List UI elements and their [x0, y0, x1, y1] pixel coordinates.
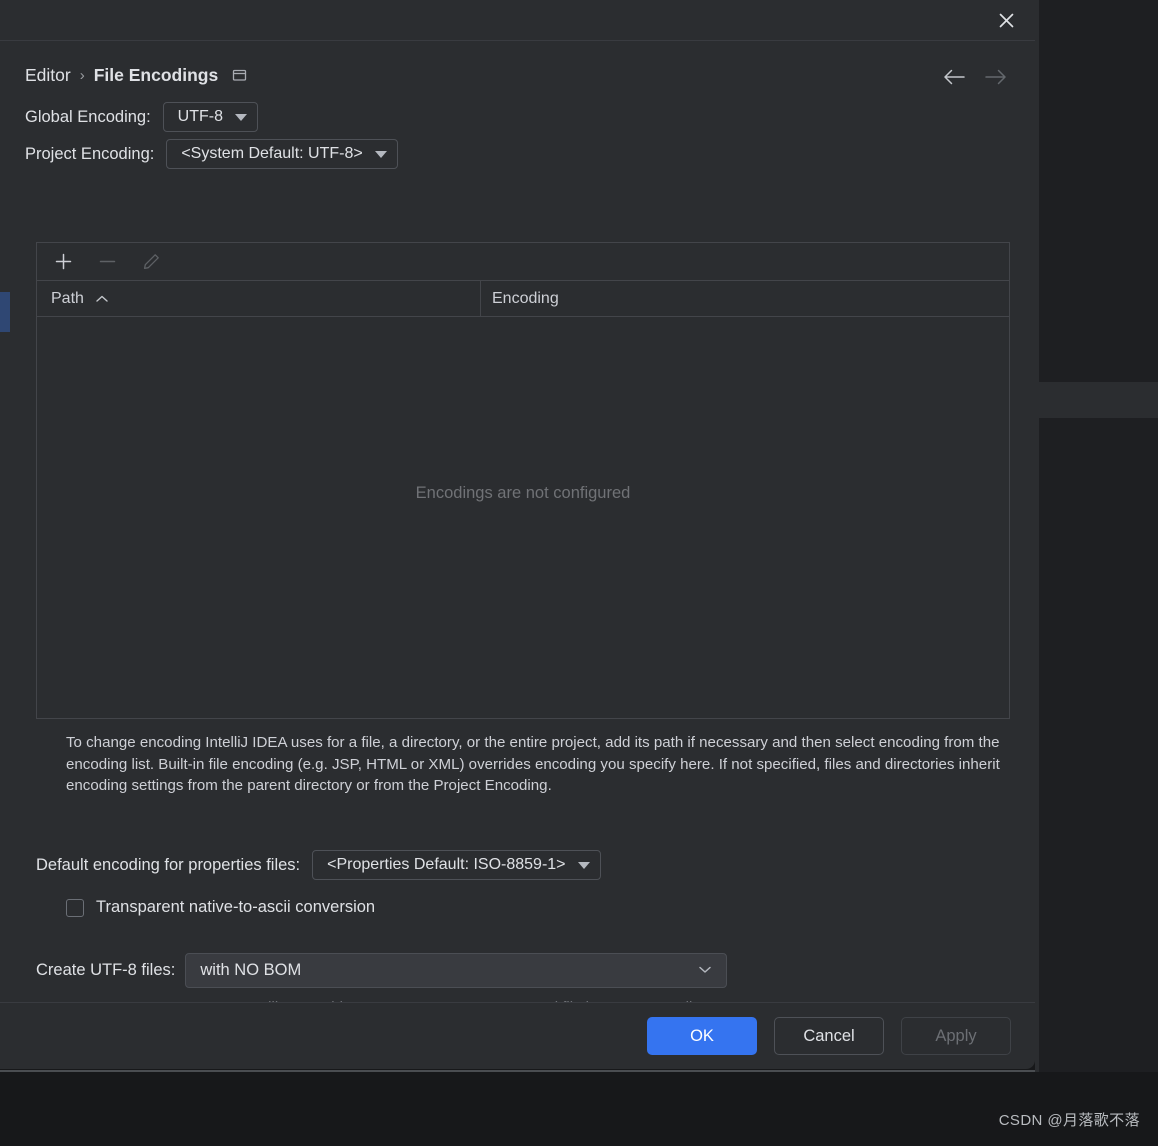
panel-window-icon[interactable] — [232, 68, 247, 82]
breadcrumb: Editor › File Encodings — [25, 41, 1010, 95]
bom-hint-link[interactable]: UTF-8 BOM — [348, 999, 430, 1002]
table-empty-state: Encodings are not configured — [37, 317, 1009, 718]
global-encoding-combo[interactable]: UTF-8 — [162, 102, 258, 132]
ide-gutter-strip — [1035, 0, 1039, 1146]
dialog-titlebar — [0, 0, 1035, 41]
arrow-right-icon — [982, 63, 1010, 91]
project-encoding-row: Project Encoding: <System Default: UTF-8… — [25, 139, 1010, 169]
global-encoding-label: Global Encoding: — [25, 107, 151, 126]
column-title-encoding: Encoding — [492, 289, 559, 307]
ide-lower-panel — [0, 1072, 1158, 1146]
ide-highlight-band — [1039, 382, 1158, 418]
apply-button: Apply — [901, 1017, 1011, 1055]
create-utf8-label: Create UTF-8 files: — [36, 961, 176, 979]
table-column-header-path[interactable]: Path — [37, 281, 481, 316]
arrow-left-icon[interactable] — [940, 63, 968, 91]
external-link-icon: ↗ — [435, 1000, 446, 1002]
file-encodings-settings-dialog: Editor › File Encodings Global Encoding:… — [0, 0, 1035, 1069]
global-encoding-value: UTF-8 — [177, 108, 223, 125]
properties-encoding-label: Default encoding for properties files: — [36, 855, 301, 874]
properties-encoding-combo[interactable]: <Properties Default: ISO-8859-1> — [312, 850, 601, 880]
chevron-down-icon — [577, 861, 590, 869]
cancel-button[interactable]: Cancel — [774, 1017, 884, 1055]
properties-encoding-row: Default encoding for properties files: <… — [36, 850, 601, 880]
transparent-conversion-checkbox[interactable] — [66, 898, 84, 917]
breadcrumb-separator: › — [79, 66, 85, 84]
create-utf8-row: Create UTF-8 files: with NO BOM — [36, 953, 728, 988]
chevron-down-icon — [374, 150, 387, 158]
breadcrumb-item-file-encodings: File Encodings — [93, 64, 219, 85]
dialog-body: Editor › File Encodings Global Encoding:… — [0, 41, 1035, 1002]
project-encoding-value: <System Default: UTF-8> — [181, 145, 363, 162]
table-header-row: Path Encoding — [37, 281, 1009, 317]
table-column-header-encoding[interactable]: Encoding — [481, 281, 1009, 316]
project-encoding-combo[interactable]: <System Default: UTF-8> — [166, 139, 398, 169]
watermark: CSDN @月落歌不落 — [998, 1112, 1140, 1129]
breadcrumb-item-editor[interactable]: Editor — [25, 65, 71, 86]
transparent-conversion-label: Transparent native-to-ascii conversion — [96, 898, 376, 916]
bom-hint-suffix: to every created file in UTF-8 encoding — [451, 999, 709, 1002]
plus-icon[interactable] — [50, 249, 76, 275]
encodings-description: To change encoding IntelliJ IDEA uses fo… — [66, 734, 1000, 794]
encodings-table: Path Encoding Encodings are not configur… — [36, 242, 1010, 719]
project-encoding-label: Project Encoding: — [25, 144, 155, 163]
close-icon[interactable] — [991, 5, 1021, 35]
left-selection-marker — [0, 292, 10, 332]
column-title-path: Path — [51, 289, 84, 307]
transparent-conversion-row[interactable]: Transparent native-to-ascii conversion — [66, 898, 375, 917]
caret-up-icon — [95, 294, 109, 304]
global-encoding-row: Global Encoding: UTF-8 — [25, 102, 1010, 132]
table-toolbar — [37, 243, 1009, 281]
bom-hint-prefix: IDEA will NOT add — [219, 999, 343, 1002]
pencil-icon — [138, 249, 164, 275]
minus-icon — [94, 249, 120, 275]
chevron-down-icon — [697, 962, 713, 980]
ide-editor-pane — [1035, 0, 1158, 1146]
chevron-down-icon — [235, 113, 247, 121]
empty-state-message: Encodings are not configured — [415, 484, 631, 502]
ok-button[interactable]: OK — [647, 1017, 757, 1055]
navigation-buttons — [940, 63, 1010, 91]
properties-encoding-value: <Properties Default: ISO-8859-1> — [327, 856, 566, 873]
dialog-footer: OK Cancel Apply — [0, 1002, 1035, 1069]
create-utf8-combo[interactable]: with NO BOM — [185, 953, 728, 988]
bom-hint: IDEA will NOT add UTF-8 BOM ↗ to every c… — [219, 999, 709, 1002]
create-utf8-value: with NO BOM — [200, 961, 302, 979]
